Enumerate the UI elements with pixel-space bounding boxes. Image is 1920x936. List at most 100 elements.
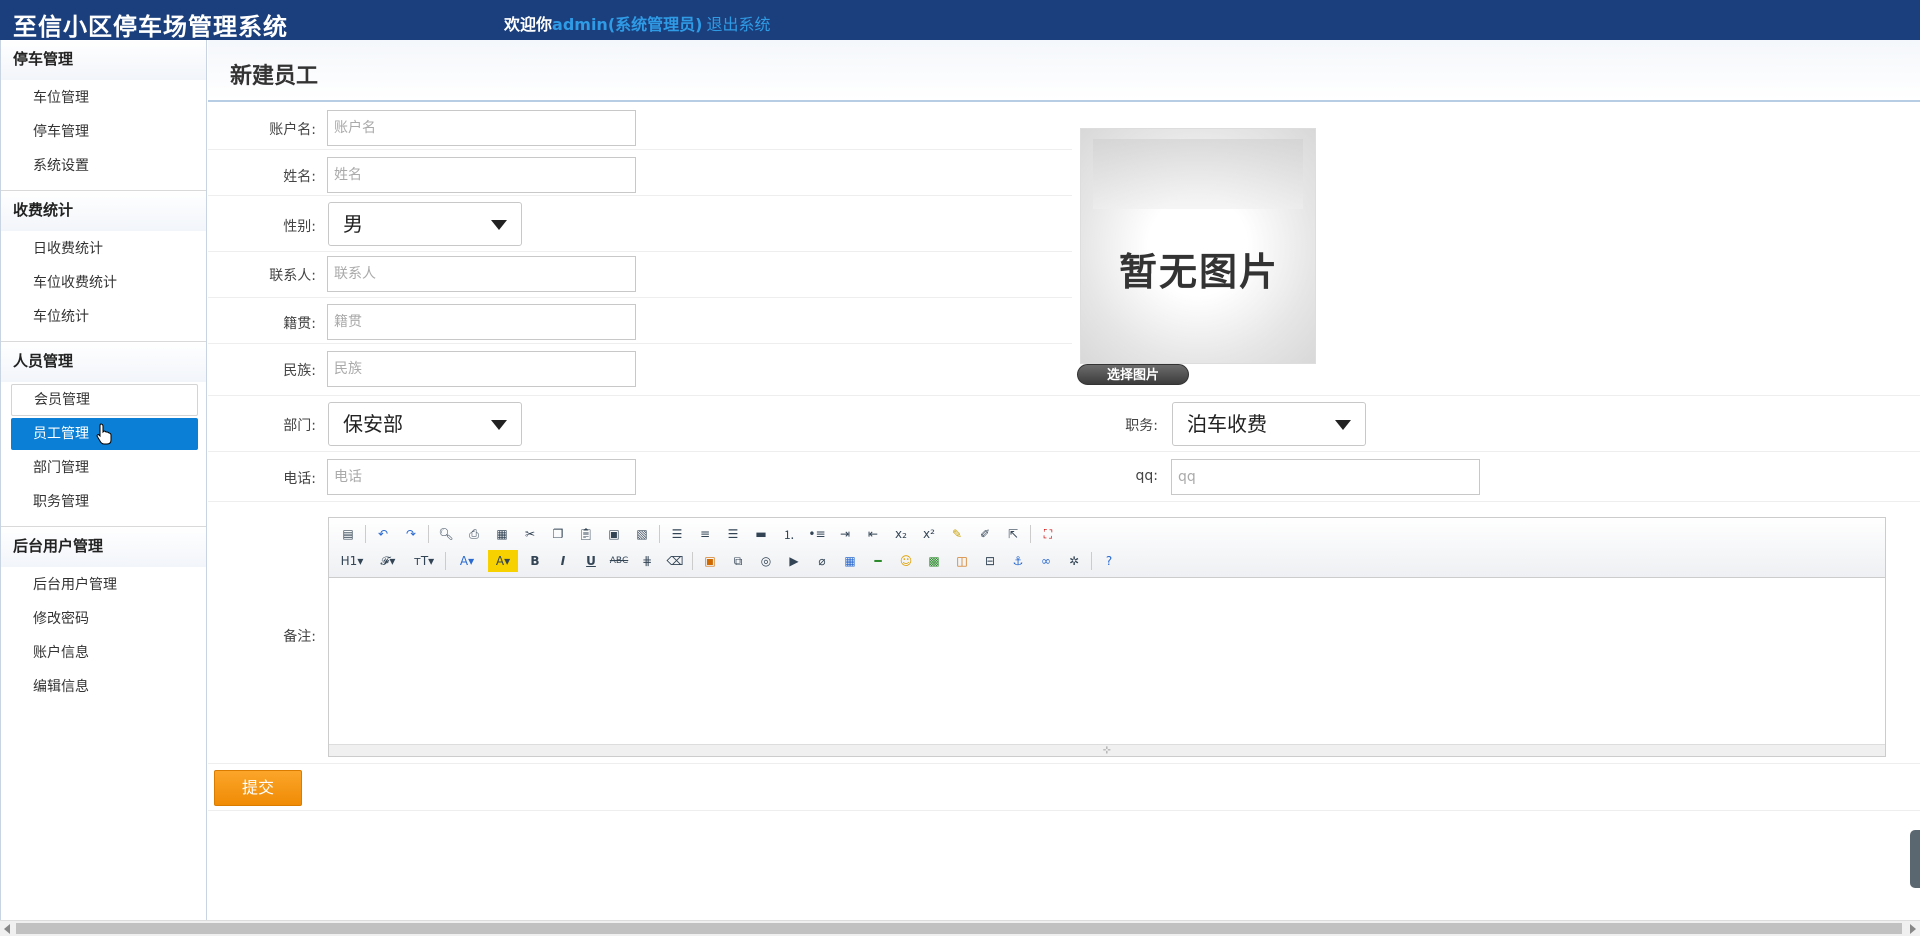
font-family-icon[interactable]: 𝓕▾ (373, 550, 403, 572)
page-title: 新建员工 (230, 64, 319, 89)
table-icon[interactable]: ▦ (839, 550, 861, 572)
sidebar-group-title[interactable]: 停车管理 (1, 40, 206, 80)
code-icon[interactable]: ◫ (951, 550, 973, 572)
media-icon[interactable]: ▶ (783, 550, 805, 572)
attachment-icon[interactable]: ⌀ (811, 550, 833, 572)
department-select[interactable]: 保安部 (328, 402, 522, 446)
welcome-bar: 欢迎你admin(系统管理员) 退出系统 (504, 11, 770, 35)
heading-icon[interactable]: H1▾ (337, 550, 367, 572)
unordered-list-icon[interactable]: •≡ (806, 523, 828, 545)
select-all-icon[interactable]: ⇱ (1002, 523, 1024, 545)
side-float-tab[interactable] (1910, 830, 1920, 888)
submit-button[interactable]: 提交 (214, 770, 302, 806)
sidebar-item-members[interactable]: 会员管理 (11, 384, 198, 416)
multi-image-icon[interactable]: ⧉ (727, 550, 749, 572)
quick-format-icon[interactable]: ✐ (974, 523, 996, 545)
outdent-icon[interactable]: ⇤ (862, 523, 884, 545)
logout-link[interactable]: 退出系统 (706, 15, 770, 34)
cut-icon[interactable]: ✂ (519, 523, 541, 545)
superscript-icon[interactable]: x² (918, 523, 940, 545)
flash-icon[interactable]: ◎ (755, 550, 777, 572)
strikethrough-icon[interactable]: ABC (608, 550, 630, 572)
scroll-right-icon[interactable] (1910, 924, 1916, 934)
sidebar-item-parking-manage[interactable]: 停车管理 (11, 116, 198, 148)
font-color-icon[interactable]: A▾ (452, 550, 482, 572)
row-phone: 电话: qq: (208, 452, 1920, 502)
align-justify-icon[interactable]: ▬ (750, 523, 772, 545)
chevron-down-icon (491, 420, 507, 430)
align-center-icon[interactable]: ≡ (694, 523, 716, 545)
editor-toolbar-row-2: H1▾ 𝓕▾ тT▾ A▾ A▾ B I U ABC ⋕ ⌫ ▣ ⧉ ◎ ▶ ⌀… (337, 549, 1126, 573)
paste-word-icon[interactable]: ▧ (631, 523, 653, 545)
map-icon[interactable]: ▩ (923, 550, 945, 572)
row-account: 账户名: (208, 104, 1072, 150)
row-gender: 性别: 男 (208, 196, 1072, 252)
emoticon-icon[interactable]: ☺ (895, 550, 917, 572)
sidebar-item-space-stats[interactable]: 车位统计 (11, 301, 198, 333)
row-department: 部门: 保安部 职务: 泊车收费 (208, 396, 1920, 452)
sidebar-item-system-settings[interactable]: 系统设置 (11, 150, 198, 182)
native-label: 籍贯: (283, 316, 316, 332)
undo-icon[interactable]: ↶ (372, 523, 394, 545)
editor-toolbar-row-1: ▤ ↶ ↷ 🔍︎ ⎙ ▦ ✂ ❐ 📋︎ ▣ ▧ ☰ ≡ ☰ ▬ ⒈ •≡ ⇥ ⇤… (337, 522, 1065, 546)
paste-text-icon[interactable]: ▣ (603, 523, 625, 545)
bold-icon[interactable]: B (524, 550, 546, 572)
sidebar-item-change-password[interactable]: 修改密码 (11, 603, 198, 635)
paste-icon[interactable]: 📋︎ (575, 523, 597, 545)
scrollbar-thumb[interactable] (16, 923, 1902, 934)
sidebar-group-title[interactable]: 后台用户管理 (1, 527, 206, 567)
copy-icon[interactable]: ❐ (547, 523, 569, 545)
sidebar-group-title[interactable]: 收费统计 (1, 191, 206, 231)
highlight-icon[interactable]: A▾ (488, 550, 518, 572)
template-icon[interactable]: ▦ (491, 523, 513, 545)
select-image-button[interactable]: 选择图片 (1077, 364, 1189, 385)
sidebar-item-account-info[interactable]: 账户信息 (11, 637, 198, 669)
sidebar-item-space-fees[interactable]: 车位收费统计 (11, 267, 198, 299)
image-icon[interactable]: ▣ (699, 550, 721, 572)
source-icon[interactable]: ▤ (337, 523, 359, 545)
remove-format-icon[interactable]: ⌫ (664, 550, 686, 572)
hr-icon[interactable]: ━ (867, 550, 889, 572)
italic-icon[interactable]: I (552, 550, 574, 572)
help-icon[interactable]: ? (1098, 550, 1120, 572)
sidebar-item-admin-users[interactable]: 后台用户管理 (11, 569, 198, 601)
sidebar-item-positions[interactable]: 职务管理 (11, 486, 198, 518)
position-select[interactable]: 泊车收费 (1172, 402, 1366, 446)
print-icon[interactable]: ⎙ (463, 523, 485, 545)
pagebreak-icon[interactable]: ⊟ (979, 550, 1001, 572)
sidebar-item-daily-fees[interactable]: 日收费统计 (11, 233, 198, 265)
ethnic-input[interactable] (327, 351, 636, 387)
fullscreen-icon[interactable]: ⛶ (1037, 523, 1059, 545)
subscript-icon[interactable]: x₂ (890, 523, 912, 545)
anchor-icon[interactable]: ⚓ (1007, 550, 1029, 572)
link-icon[interactable]: ∞ (1035, 550, 1057, 572)
line-height-icon[interactable]: ⋕ (636, 550, 658, 572)
editor-resize-handle-icon[interactable]: ⊹ (329, 744, 1885, 756)
unlink-icon[interactable]: ✲ (1063, 550, 1085, 572)
sidebar-group-fees: 收费统计 日收费统计 车位收费统计 车位统计 (1, 191, 206, 342)
align-right-icon[interactable]: ☰ (722, 523, 744, 545)
clear-format-icon[interactable]: ✎ (946, 523, 968, 545)
contact-input[interactable] (327, 256, 636, 292)
name-input[interactable] (327, 157, 636, 193)
scroll-left-icon[interactable] (4, 924, 10, 934)
qq-input[interactable] (1171, 459, 1480, 495)
sidebar-group-title[interactable]: 人员管理 (1, 342, 206, 382)
preview-icon[interactable]: 🔍︎ (435, 523, 457, 545)
align-left-icon[interactable]: ☰ (666, 523, 688, 545)
phone-input[interactable] (327, 459, 636, 495)
sidebar-item-departments[interactable]: 部门管理 (11, 452, 198, 484)
name-label: 姓名: (283, 169, 316, 185)
editor-text-area[interactable] (329, 578, 1885, 746)
font-size-icon[interactable]: тT▾ (409, 550, 439, 572)
gender-select[interactable]: 男 (328, 202, 522, 246)
account-input[interactable] (327, 110, 636, 146)
horizontal-scrollbar[interactable] (0, 920, 1920, 936)
sidebar-item-space-manage[interactable]: 车位管理 (11, 82, 198, 114)
indent-icon[interactable]: ⇥ (834, 523, 856, 545)
sidebar-item-edit-info[interactable]: 编辑信息 (11, 671, 198, 703)
ordered-list-icon[interactable]: ⒈ (778, 523, 800, 545)
redo-icon[interactable]: ↷ (400, 523, 422, 545)
native-input[interactable] (327, 304, 636, 340)
underline-icon[interactable]: U (580, 550, 602, 572)
